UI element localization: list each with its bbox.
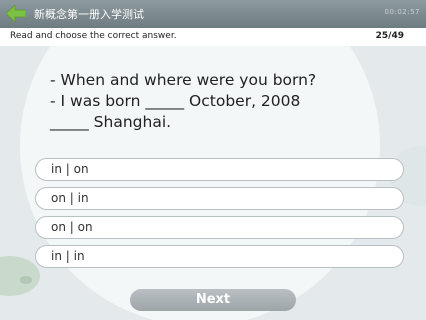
- app-title: 新概念第一册入学测试: [34, 8, 144, 21]
- decorative-shape: [0, 256, 40, 296]
- title-bar: 新概念第一册入学测试 00:02:57: [0, 0, 426, 28]
- answer-option-4[interactable]: in | in: [35, 245, 404, 268]
- timer: 00:02:57: [384, 8, 420, 16]
- question-text: - When and where were you born? - I was …: [50, 70, 390, 133]
- answer-option-1[interactable]: in | on: [35, 158, 404, 181]
- question-line: - When and where were you born?: [50, 71, 317, 89]
- question-line: _____ Shanghai.: [50, 113, 172, 131]
- answer-option-2[interactable]: on | in: [35, 187, 404, 210]
- back-arrow-icon[interactable]: [5, 4, 27, 23]
- next-button[interactable]: Next: [130, 289, 296, 311]
- question-area: - When and where were you born? - I was …: [0, 46, 426, 320]
- instruction-bar: Read and choose the correct answer. 25/4…: [0, 28, 426, 46]
- decorative-shape: [20, 276, 32, 284]
- instruction-text: Read and choose the correct answer.: [10, 31, 177, 41]
- question-line: - I was born _____ October, 2008: [50, 92, 301, 110]
- answer-option-3[interactable]: on | on: [35, 216, 404, 239]
- question-progress: 25/49: [375, 31, 404, 41]
